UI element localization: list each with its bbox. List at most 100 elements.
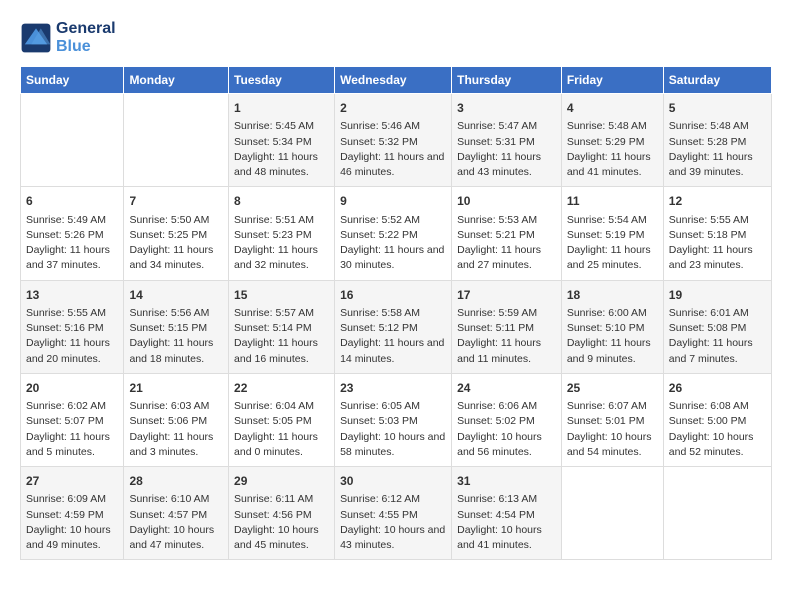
- daylight: Daylight: 10 hours and 45 minutes.: [234, 524, 319, 551]
- sunset: Sunset: 5:10 PM: [567, 322, 645, 334]
- daylight: Daylight: 10 hours and 49 minutes.: [26, 524, 111, 551]
- calendar-cell: 21Sunrise: 6:03 AMSunset: 5:06 PMDayligh…: [124, 373, 229, 466]
- header-monday: Monday: [124, 67, 229, 94]
- sunset: Sunset: 5:02 PM: [457, 415, 535, 427]
- calendar-cell: 27Sunrise: 6:09 AMSunset: 4:59 PMDayligh…: [21, 467, 124, 560]
- daylight: Daylight: 11 hours and 46 minutes.: [340, 151, 444, 178]
- calendar-cell: 18Sunrise: 6:00 AMSunset: 5:10 PMDayligh…: [561, 280, 663, 373]
- sunrise: Sunrise: 6:06 AM: [457, 400, 537, 412]
- calendar-cell: 1Sunrise: 5:45 AMSunset: 5:34 PMDaylight…: [229, 94, 335, 187]
- day-number: 23: [340, 380, 446, 397]
- sunrise: Sunrise: 5:55 AM: [669, 214, 749, 226]
- sunrise: Sunrise: 6:11 AM: [234, 493, 313, 505]
- daylight: Daylight: 11 hours and 14 minutes.: [340, 337, 444, 364]
- sunrise: Sunrise: 5:52 AM: [340, 214, 420, 226]
- sunset: Sunset: 5:18 PM: [669, 229, 747, 241]
- sunrise: Sunrise: 5:51 AM: [234, 214, 314, 226]
- sunset: Sunset: 5:16 PM: [26, 322, 104, 334]
- week-row-2: 6Sunrise: 5:49 AMSunset: 5:26 PMDaylight…: [21, 187, 772, 280]
- calendar-cell: [21, 94, 124, 187]
- calendar-cell: 19Sunrise: 6:01 AMSunset: 5:08 PMDayligh…: [663, 280, 771, 373]
- page-header: General Blue: [20, 20, 772, 56]
- day-number: 29: [234, 473, 329, 490]
- calendar-table: SundayMondayTuesdayWednesdayThursdayFrid…: [20, 66, 772, 560]
- daylight: Daylight: 11 hours and 41 minutes.: [567, 151, 651, 178]
- calendar-cell: 31Sunrise: 6:13 AMSunset: 4:54 PMDayligh…: [452, 467, 562, 560]
- daylight: Daylight: 10 hours and 56 minutes.: [457, 431, 542, 458]
- calendar-cell: 30Sunrise: 6:12 AMSunset: 4:55 PMDayligh…: [335, 467, 452, 560]
- day-number: 15: [234, 287, 329, 304]
- daylight: Daylight: 11 hours and 39 minutes.: [669, 151, 753, 178]
- sunset: Sunset: 5:23 PM: [234, 229, 312, 241]
- sunrise: Sunrise: 6:09 AM: [26, 493, 106, 505]
- calendar-cell: 6Sunrise: 5:49 AMSunset: 5:26 PMDaylight…: [21, 187, 124, 280]
- sunset: Sunset: 5:34 PM: [234, 136, 312, 148]
- daylight: Daylight: 11 hours and 3 minutes.: [129, 431, 213, 458]
- calendar-cell: 3Sunrise: 5:47 AMSunset: 5:31 PMDaylight…: [452, 94, 562, 187]
- sunrise: Sunrise: 6:05 AM: [340, 400, 420, 412]
- calendar-cell: [561, 467, 663, 560]
- sunrise: Sunrise: 5:58 AM: [340, 307, 420, 319]
- sunset: Sunset: 5:08 PM: [669, 322, 747, 334]
- header-thursday: Thursday: [452, 67, 562, 94]
- day-number: 4: [567, 100, 658, 117]
- sunrise: Sunrise: 5:57 AM: [234, 307, 314, 319]
- calendar-cell: 7Sunrise: 5:50 AMSunset: 5:25 PMDaylight…: [124, 187, 229, 280]
- day-number: 25: [567, 380, 658, 397]
- sunrise: Sunrise: 6:08 AM: [669, 400, 749, 412]
- calendar-cell: 2Sunrise: 5:46 AMSunset: 5:32 PMDaylight…: [335, 94, 452, 187]
- sunrise: Sunrise: 6:03 AM: [129, 400, 209, 412]
- calendar-cell: 15Sunrise: 5:57 AMSunset: 5:14 PMDayligh…: [229, 280, 335, 373]
- logo-icon: [20, 22, 52, 54]
- header-saturday: Saturday: [663, 67, 771, 94]
- sunrise: Sunrise: 6:10 AM: [129, 493, 209, 505]
- sunset: Sunset: 5:12 PM: [340, 322, 418, 334]
- day-number: 20: [26, 380, 118, 397]
- day-number: 1: [234, 100, 329, 117]
- sunset: Sunset: 5:11 PM: [457, 322, 534, 334]
- sunrise: Sunrise: 6:07 AM: [567, 400, 647, 412]
- calendar-cell: [124, 94, 229, 187]
- calendar-cell: [663, 467, 771, 560]
- calendar-cell: 16Sunrise: 5:58 AMSunset: 5:12 PMDayligh…: [335, 280, 452, 373]
- daylight: Daylight: 11 hours and 0 minutes.: [234, 431, 318, 458]
- daylight: Daylight: 11 hours and 20 minutes.: [26, 337, 110, 364]
- header-tuesday: Tuesday: [229, 67, 335, 94]
- daylight: Daylight: 11 hours and 27 minutes.: [457, 244, 541, 271]
- header-friday: Friday: [561, 67, 663, 94]
- daylight: Daylight: 11 hours and 16 minutes.: [234, 337, 318, 364]
- day-number: 7: [129, 193, 223, 210]
- sunset: Sunset: 5:03 PM: [340, 415, 418, 427]
- sunset: Sunset: 5:15 PM: [129, 322, 207, 334]
- daylight: Daylight: 11 hours and 11 minutes.: [457, 337, 541, 364]
- day-number: 24: [457, 380, 556, 397]
- sunrise: Sunrise: 6:00 AM: [567, 307, 647, 319]
- sunset: Sunset: 4:59 PM: [26, 509, 104, 521]
- sunrise: Sunrise: 5:55 AM: [26, 307, 106, 319]
- calendar-cell: 14Sunrise: 5:56 AMSunset: 5:15 PMDayligh…: [124, 280, 229, 373]
- sunset: Sunset: 4:57 PM: [129, 509, 207, 521]
- calendar-cell: 9Sunrise: 5:52 AMSunset: 5:22 PMDaylight…: [335, 187, 452, 280]
- daylight: Daylight: 11 hours and 48 minutes.: [234, 151, 318, 178]
- week-row-4: 20Sunrise: 6:02 AMSunset: 5:07 PMDayligh…: [21, 373, 772, 466]
- sunrise: Sunrise: 5:50 AM: [129, 214, 209, 226]
- calendar-cell: 29Sunrise: 6:11 AMSunset: 4:56 PMDayligh…: [229, 467, 335, 560]
- daylight: Daylight: 11 hours and 18 minutes.: [129, 337, 213, 364]
- calendar-cell: 11Sunrise: 5:54 AMSunset: 5:19 PMDayligh…: [561, 187, 663, 280]
- daylight: Daylight: 11 hours and 9 minutes.: [567, 337, 651, 364]
- daylight: Daylight: 10 hours and 43 minutes.: [340, 524, 445, 551]
- calendar-cell: 23Sunrise: 6:05 AMSunset: 5:03 PMDayligh…: [335, 373, 452, 466]
- week-row-1: 1Sunrise: 5:45 AMSunset: 5:34 PMDaylight…: [21, 94, 772, 187]
- calendar-cell: 25Sunrise: 6:07 AMSunset: 5:01 PMDayligh…: [561, 373, 663, 466]
- daylight: Daylight: 10 hours and 47 minutes.: [129, 524, 214, 551]
- calendar-cell: 5Sunrise: 5:48 AMSunset: 5:28 PMDaylight…: [663, 94, 771, 187]
- sunrise: Sunrise: 5:48 AM: [567, 120, 647, 132]
- week-row-3: 13Sunrise: 5:55 AMSunset: 5:16 PMDayligh…: [21, 280, 772, 373]
- daylight: Daylight: 11 hours and 43 minutes.: [457, 151, 541, 178]
- sunrise: Sunrise: 6:04 AM: [234, 400, 314, 412]
- sunset: Sunset: 4:54 PM: [457, 509, 535, 521]
- logo: General Blue: [20, 20, 116, 56]
- calendar-cell: 17Sunrise: 5:59 AMSunset: 5:11 PMDayligh…: [452, 280, 562, 373]
- daylight: Daylight: 11 hours and 32 minutes.: [234, 244, 318, 271]
- sunrise: Sunrise: 5:53 AM: [457, 214, 537, 226]
